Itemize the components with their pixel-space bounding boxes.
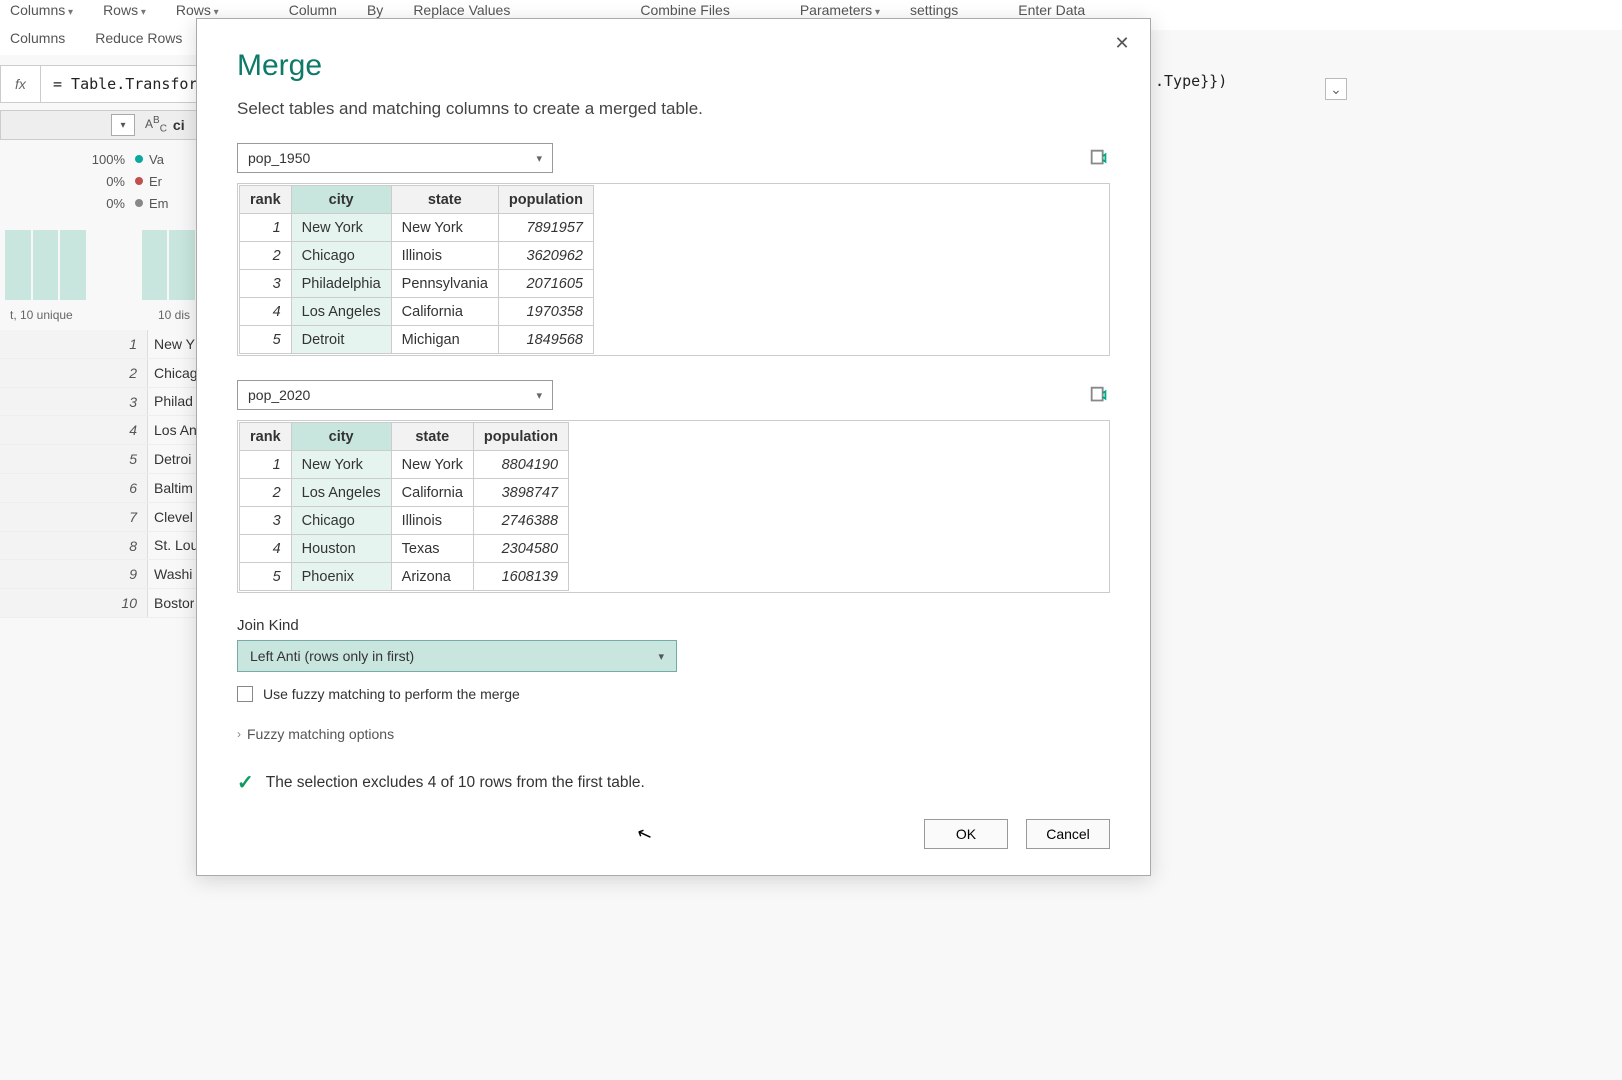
column-header: ▾ ABC ci <box>0 110 200 140</box>
fuzzy-matching-label: Use fuzzy matching to perform the merge <box>263 686 520 702</box>
column-header-state[interactable]: state <box>391 186 498 214</box>
table-row[interactable]: 3PhiladelphiaPennsylvania2071605 <box>240 270 594 298</box>
table2-select[interactable]: pop_2020 <box>237 380 553 410</box>
ribbon-tabs: Columns Reduce Rows <box>0 30 200 55</box>
fx-icon[interactable]: fx <box>1 66 41 102</box>
ribbon-item[interactable]: Rows <box>103 0 146 18</box>
list-item[interactable]: 6Baltim <box>0 474 200 503</box>
dialog-subtitle: Select tables and matching columns to cr… <box>237 99 1110 119</box>
valid-dot-icon <box>135 155 143 163</box>
distribution-label: t, 10 unique 10 dis <box>0 308 200 322</box>
column-header-city[interactable]: city <box>291 423 391 451</box>
table1-preview: rankcitystatepopulation1New YorkNew York… <box>237 183 1110 356</box>
ribbon-item[interactable]: By <box>367 0 383 18</box>
column-header-rank[interactable]: rank <box>240 186 292 214</box>
cursor-icon: ↖ <box>634 822 655 847</box>
refresh-icon[interactable] <box>1088 147 1110 169</box>
table-row[interactable]: 5PhoenixArizona1608139 <box>240 563 569 591</box>
table-row[interactable]: 4HoustonTexas2304580 <box>240 535 569 563</box>
ribbon-tab[interactable]: Columns <box>10 30 65 55</box>
table-row[interactable]: 5DetroitMichigan1849568 <box>240 326 594 354</box>
list-item[interactable]: 1New Y <box>0 330 200 359</box>
table-row[interactable]: 1New YorkNew York8804190 <box>240 451 569 479</box>
chevron-right-icon: › <box>237 727 241 741</box>
formula-text-right: .Type}}) <box>1155 72 1227 90</box>
list-item[interactable]: 3Philad <box>0 388 200 417</box>
ribbon-item[interactable]: Parameters <box>800 0 880 18</box>
list-item[interactable]: 8St. Lou <box>0 532 200 561</box>
table-row[interactable]: 4Los AngelesCalifornia1970358 <box>240 298 594 326</box>
ribbon-item[interactable]: settings <box>910 0 958 18</box>
fuzzy-matching-checkbox[interactable] <box>237 686 253 702</box>
list-item[interactable]: 4Los An <box>0 416 200 445</box>
merge-dialog: ✕ Merge Select tables and matching colum… <box>196 18 1151 876</box>
list-item[interactable]: 5Detroi <box>0 445 200 474</box>
join-kind-select[interactable]: Left Anti (rows only in first) <box>237 640 677 672</box>
formula-expand-icon[interactable] <box>1325 78 1347 100</box>
column-header-state[interactable]: state <box>391 423 473 451</box>
column-name: ci <box>173 117 185 133</box>
ribbon-item[interactable]: Replace Values <box>413 0 510 18</box>
table1-select[interactable]: pop_1950 <box>237 143 553 173</box>
column-header-rank[interactable]: rank <box>240 423 292 451</box>
ribbon-item[interactable]: Column <box>289 0 337 18</box>
ribbon-tab[interactable]: Reduce Rows <box>95 30 182 55</box>
formula-text[interactable]: = Table.Transfor <box>41 75 198 93</box>
list-item[interactable]: 7Clevel <box>0 503 200 532</box>
close-button[interactable]: ✕ <box>1108 29 1136 57</box>
empty-dot-icon <box>135 199 143 207</box>
list-item[interactable]: 10Bostor <box>0 589 200 618</box>
column-header-population[interactable]: population <box>498 186 593 214</box>
distribution-chart <box>0 220 200 300</box>
formula-bar: fx = Table.Transfor <box>0 65 200 103</box>
fuzzy-options-expander[interactable]: › Fuzzy matching options <box>237 726 1110 742</box>
dialog-title: Merge <box>237 49 1110 83</box>
column-type-icon: ABC <box>145 115 167 134</box>
table-row[interactable]: 2ChicagoIllinois3620962 <box>240 242 594 270</box>
background-data-list: 1New Y2Chicag3Philad4Los An5Detroi6Balti… <box>0 330 200 618</box>
column-header-city[interactable]: city <box>291 186 391 214</box>
ribbon-item[interactable]: Columns <box>10 0 73 18</box>
table-row[interactable]: 3ChicagoIllinois2746388 <box>240 507 569 535</box>
cancel-button[interactable]: Cancel <box>1026 819 1110 849</box>
table-row[interactable]: 2Los AngelesCalifornia3898747 <box>240 479 569 507</box>
check-icon: ✓ <box>237 770 254 795</box>
join-kind-label: Join Kind <box>237 617 1110 634</box>
list-item[interactable]: 2Chicag <box>0 359 200 388</box>
table-row[interactable]: 1New YorkNew York7891957 <box>240 214 594 242</box>
ribbon-item[interactable]: Rows <box>176 0 219 18</box>
list-item[interactable]: 9Washi <box>0 560 200 589</box>
column-quality: 100%Va 0%Er 0%Em <box>0 148 200 214</box>
column-header-population[interactable]: population <box>473 423 568 451</box>
status-message: ✓ The selection excludes 4 of 10 rows fr… <box>237 770 1110 795</box>
ribbon-item[interactable]: Enter Data <box>1018 0 1085 18</box>
table2-preview: rankcitystatepopulation1New YorkNew York… <box>237 420 1110 593</box>
error-dot-icon <box>135 177 143 185</box>
column-type-dropdown[interactable]: ▾ <box>111 114 135 136</box>
ribbon-item[interactable]: Combine Files <box>640 0 729 18</box>
refresh-icon[interactable] <box>1088 384 1110 406</box>
ok-button[interactable]: OK <box>924 819 1008 849</box>
